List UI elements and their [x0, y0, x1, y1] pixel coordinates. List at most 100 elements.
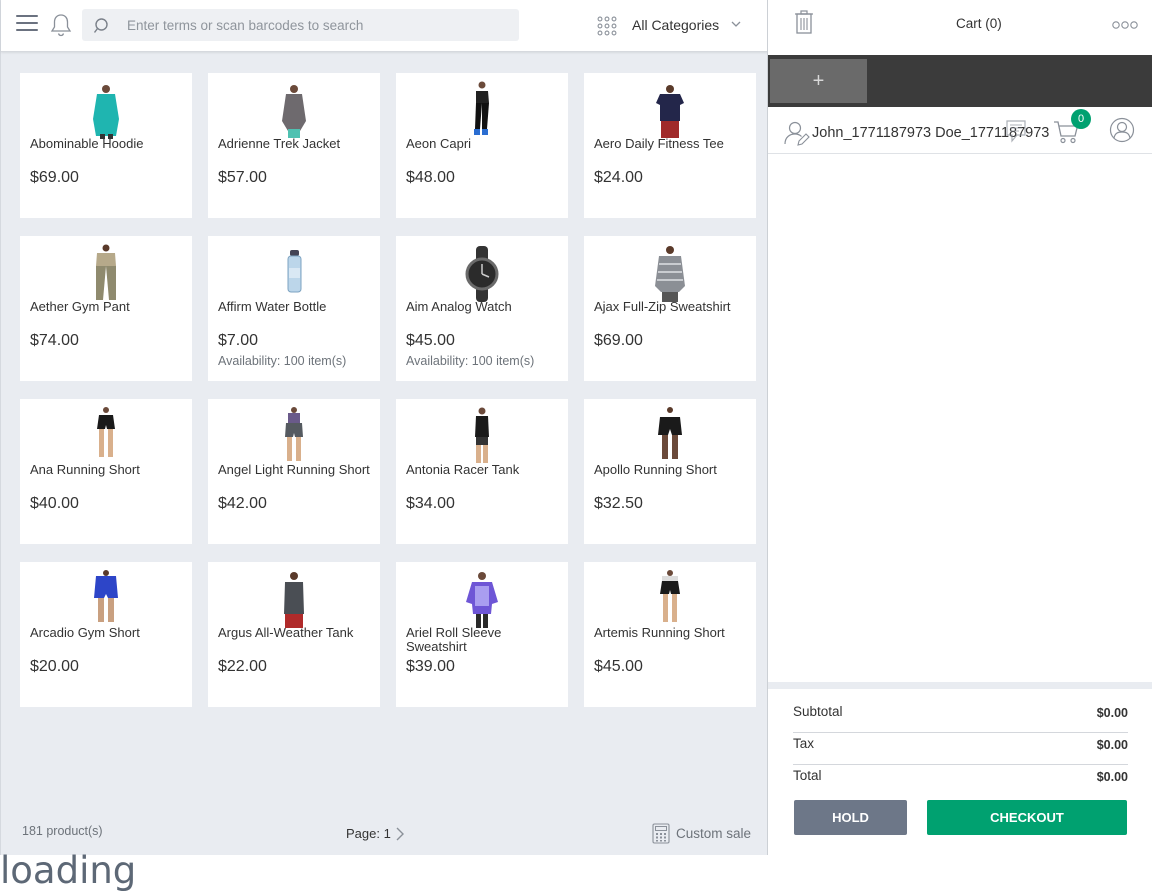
product-image [96, 244, 116, 300]
tax-value: $0.00 [1096, 738, 1128, 752]
trash-icon[interactable] [794, 10, 814, 34]
product-card[interactable]: Angel Light Running Short $42.00 [208, 399, 380, 544]
product-card[interactable]: Abominable Hoodie $69.00 [20, 73, 192, 218]
product-image [475, 407, 489, 463]
product-image [655, 246, 685, 302]
search-input[interactable] [127, 9, 507, 41]
product-price: $45.00 [594, 658, 643, 675]
product-price: $48.00 [406, 169, 455, 186]
product-card[interactable]: Aim Analog Watch $45.00 Availability: 100 … [396, 236, 568, 381]
product-card[interactable]: Ariel Roll Sleeve Sweatshirt $39.00 [396, 562, 568, 707]
category-select[interactable]: All Categories [632, 17, 719, 33]
product-price: $45.00 [406, 332, 455, 349]
calculator-icon [652, 823, 670, 844]
product-card[interactable]: Aero Daily Fitness Tee $24.00 [584, 73, 756, 218]
product-card[interactable]: Ana Running Short $40.00 [20, 399, 192, 544]
product-price: $22.00 [218, 658, 267, 675]
product-image [97, 407, 115, 457]
product-card[interactable]: Argus All-Weather Tank $22.00 [208, 562, 380, 707]
cart-count-badge: 0 [1071, 109, 1091, 129]
tax-row: Tax $0.00 [793, 732, 1128, 765]
product-name: Adrienne Trek Jacket [218, 136, 341, 151]
customer-edit-icon[interactable] [784, 120, 810, 146]
product-card[interactable]: Aether Gym Pant $74.00 [20, 236, 192, 381]
product-card[interactable]: Affirm Water Bottle $7.00 Availability: 10… [208, 236, 380, 381]
customer-bar: John_1771187973 Doe_1771187973 0 [768, 108, 1152, 154]
product-name: Aim Analog Watch [406, 299, 512, 314]
top-bar: All Categories [1, 0, 768, 52]
product-image [93, 85, 119, 139]
category-grid-icon[interactable] [597, 16, 617, 36]
product-image [285, 407, 303, 461]
next-page-icon[interactable] [395, 826, 405, 842]
product-name: Ajax Full-Zip Sweatshirt [594, 299, 731, 314]
product-name: Angel Light Running Short [218, 462, 370, 477]
add-cart-tab-button[interactable]: + [770, 59, 867, 103]
page-indicator: Page: 1 [346, 826, 391, 841]
checkout-button[interactable]: CHECKOUT [927, 800, 1127, 835]
note-icon[interactable] [1005, 119, 1027, 143]
product-card[interactable]: Aeon Capri $48.00 [396, 73, 568, 218]
product-name: Argus All-Weather Tank [218, 625, 354, 640]
product-image [656, 85, 684, 138]
more-options-icon[interactable] [1112, 20, 1138, 30]
custom-sale-label: Custom sale [676, 826, 752, 841]
product-price: $20.00 [30, 658, 79, 675]
product-price: $42.00 [218, 495, 267, 512]
product-card[interactable]: Ajax Full-Zip Sweatshirt $69.00 [584, 236, 756, 381]
product-name: Antonia Racer Tank [406, 462, 520, 477]
product-name: Arcadio Gym Short [30, 625, 140, 640]
cart-header: Cart (0) [768, 0, 1152, 55]
tax-label: Tax [793, 736, 815, 751]
product-image [282, 85, 306, 138]
product-card[interactable]: Adrienne Trek Jacket $57.00 [208, 73, 380, 218]
product-image [465, 246, 499, 302]
loading-text: loading [0, 849, 137, 892]
product-price: $24.00 [594, 169, 643, 186]
product-count: 181 product(s) [22, 824, 103, 838]
product-price: $7.00 [218, 332, 259, 349]
cart-tab-bar: + [768, 55, 1152, 107]
menu-icon[interactable] [16, 15, 38, 35]
product-card[interactable]: Artemis Running Short $45.00 [584, 562, 756, 707]
search-icon [94, 18, 108, 33]
total-row: Total $0.00 [793, 764, 1128, 797]
product-card[interactable]: Apollo Running Short $32.50 [584, 399, 756, 544]
product-name: Affirm Water Bottle [218, 299, 327, 314]
product-price: $34.00 [406, 495, 455, 512]
chevron-down-icon[interactable] [730, 18, 742, 30]
product-price: $74.00 [30, 332, 79, 349]
product-image [658, 407, 682, 459]
product-name: Abominable Hoodie [30, 136, 144, 151]
subtotal-label: Subtotal [793, 704, 843, 719]
total-value: $0.00 [1096, 770, 1128, 784]
user-profile-icon[interactable] [1109, 117, 1135, 145]
product-name: Apollo Running Short [594, 462, 717, 477]
product-price: $39.00 [406, 658, 455, 675]
product-name: Aero Daily Fitness Tee [594, 136, 724, 151]
cart-title: Cart (0) [956, 16, 1002, 31]
product-price: $69.00 [594, 332, 643, 349]
product-name: Artemis Running Short [594, 625, 725, 640]
cart-items-area [768, 155, 1152, 682]
product-panel: All Categories Abominable Hoodie $69.00 Ad… [0, 0, 768, 855]
product-image [660, 570, 680, 622]
product-card[interactable]: Arcadio Gym Short $20.00 [20, 562, 192, 707]
product-name: Aeon Capri [406, 136, 472, 151]
product-image [287, 250, 302, 293]
bell-icon[interactable] [49, 12, 73, 38]
product-price: $32.50 [594, 495, 643, 512]
product-name: Ana Running Short [30, 462, 140, 477]
subtotal-row: Subtotal $0.00 [793, 700, 1128, 733]
search-box [82, 9, 519, 41]
hold-button[interactable]: HOLD [794, 800, 907, 835]
product-price: $57.00 [218, 169, 267, 186]
product-image [474, 81, 489, 135]
product-image [284, 572, 304, 628]
product-card[interactable]: Antonia Racer Tank $34.00 [396, 399, 568, 544]
product-name: Aether Gym Pant [30, 299, 130, 314]
product-image [466, 572, 498, 628]
product-price: $40.00 [30, 495, 79, 512]
subtotal-value: $0.00 [1096, 706, 1128, 720]
cart-panel: Cart (0) + John_1771187973 Doe_177118797… [767, 0, 1152, 855]
